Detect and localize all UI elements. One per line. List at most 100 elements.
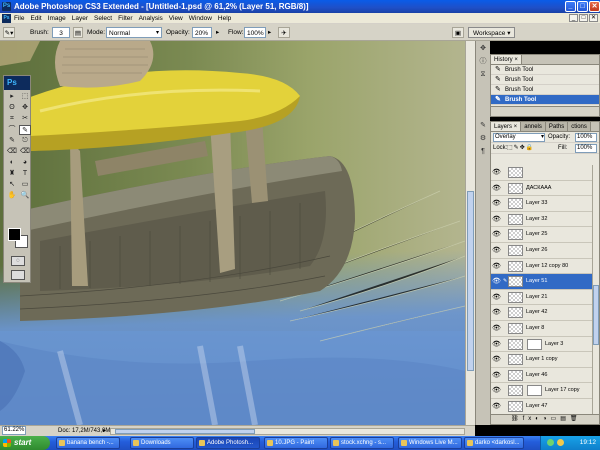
taskbar-task-button[interactable]: Windows Live M... xyxy=(398,437,462,449)
close-button[interactable]: ✕ xyxy=(589,1,600,12)
layer-row[interactable]: 👁 Layer 33 xyxy=(491,196,593,212)
marquee-tool-icon[interactable]: ⬚ xyxy=(19,92,31,102)
layer-visibility-eye-icon[interactable]: 👁 xyxy=(492,355,501,364)
info-panel-icon[interactable]: ⓘ xyxy=(477,56,489,67)
tray-network-icon[interactable] xyxy=(547,439,554,446)
history-state-selected[interactable]: Brush Tool xyxy=(491,95,599,105)
layers-panel-footer[interactable]: ⛓fx◐◑▭▤🗑 xyxy=(491,414,599,424)
doc-close-button[interactable]: ✕ xyxy=(589,14,598,22)
doc-minimize-button[interactable]: _ xyxy=(569,14,578,22)
brush-tool-icon[interactable]: ✎ xyxy=(19,125,31,135)
tool-presets-icon[interactable]: ⚙ xyxy=(477,133,489,144)
layer-visibility-eye-icon[interactable]: 👁 xyxy=(492,262,501,271)
menu-file[interactable]: File xyxy=(14,15,24,22)
layer-mask-thumbnail[interactable] xyxy=(527,385,542,397)
menu-window[interactable]: Window xyxy=(189,15,212,22)
menu-layer[interactable]: Layer xyxy=(72,15,88,22)
layer-row[interactable]: 👁 Layer 47 xyxy=(491,398,593,415)
airbrush-icon[interactable]: ✈ xyxy=(278,27,290,38)
taskbar-task-button[interactable]: Adobe Photosh... xyxy=(196,437,260,449)
tab-paths[interactable]: Paths xyxy=(545,122,569,131)
brush-panel-toggle-icon[interactable]: ▤ xyxy=(73,27,83,38)
taskbar-task-button[interactable]: 10.JPG - Paint xyxy=(264,437,328,449)
menu-view[interactable]: View xyxy=(169,15,183,22)
layer-row[interactable]: 👁 Layer 3 xyxy=(491,336,593,353)
layer-visibility-eye-icon[interactable]: 👁 xyxy=(492,230,501,239)
layer-row[interactable]: 👁 Layer 1 copy xyxy=(491,352,593,368)
layer-visibility-eye-icon[interactable]: 👁 xyxy=(492,386,501,395)
canvas-vertical-scrollbar[interactable] xyxy=(465,41,475,425)
layer-visibility-eye-icon[interactable]: 👁 xyxy=(492,371,501,380)
layer-visibility-eye-icon[interactable]: 👁 xyxy=(492,215,501,224)
layer-row[interactable]: 👁 Layer 8 xyxy=(491,320,593,337)
foreground-color-swatch[interactable] xyxy=(8,228,21,241)
healing-tool-icon[interactable]: ⌒ xyxy=(6,125,18,135)
menu-image[interactable]: Image xyxy=(48,15,66,22)
layers-scrollbar[interactable] xyxy=(592,165,599,416)
path-selection-tool-icon[interactable]: ↖ xyxy=(6,180,18,190)
pen-tool-icon[interactable]: ♜ xyxy=(6,169,18,179)
workspace-menu[interactable]: Workspace ▾ xyxy=(468,27,516,38)
eraser-tool-icon[interactable]: ⌫ xyxy=(6,147,18,157)
layers-scroll-thumb[interactable] xyxy=(593,285,599,345)
layer-visibility-eye-icon[interactable]: 👁 xyxy=(492,402,501,411)
layer-visibility-eye-icon[interactable]: 👁 xyxy=(492,184,501,193)
fill-input[interactable]: 100% xyxy=(575,144,597,153)
zoom-level-field[interactable]: 61.22% xyxy=(2,426,26,435)
minimize-button[interactable]: _ xyxy=(565,1,576,12)
tab-layers[interactable]: Layers × xyxy=(491,122,522,131)
tab-actions[interactable]: ctions xyxy=(568,122,591,131)
canvas-vertical-scroll-thumb[interactable] xyxy=(467,191,474,371)
tray-messenger-icon[interactable] xyxy=(557,439,564,446)
magic-wand-tool-icon[interactable]: ✥ xyxy=(19,103,31,113)
gradient-tool-icon[interactable]: ⌫ xyxy=(19,147,31,157)
layer-opacity-input[interactable]: 100% xyxy=(575,133,597,142)
shape-tool-icon[interactable]: ▭ xyxy=(19,180,31,190)
history-state[interactable]: Brush Tool xyxy=(491,65,599,75)
brushes-panel-icon[interactable]: ✎ xyxy=(477,120,489,131)
document-canvas[interactable] xyxy=(0,41,475,425)
layer-visibility-eye-icon[interactable]: 👁 xyxy=(492,277,501,286)
menu-filter[interactable]: Filter xyxy=(118,15,132,22)
flow-slider-arrow-icon[interactable]: ▸ xyxy=(268,27,276,38)
brush-tool-preset-icon[interactable]: ✎▾ xyxy=(3,27,15,38)
zoom-tool-icon[interactable]: 🔍 xyxy=(19,191,31,201)
layer-row[interactable]: 👁 Layer 12 copy 80 xyxy=(491,258,593,275)
layer-row[interactable]: 👁 ДАСКААА xyxy=(491,180,593,197)
canvas-horizontal-scroll-thumb[interactable] xyxy=(115,429,255,434)
layer-visibility-eye-icon[interactable]: 👁 xyxy=(492,246,501,255)
tab-channels[interactable]: annels xyxy=(521,122,546,131)
dodge-tool-icon[interactable]: ◕ xyxy=(19,158,31,168)
layer-visibility-eye-icon[interactable]: 👁 xyxy=(492,293,501,302)
menu-help[interactable]: Help xyxy=(218,15,231,22)
status-menu-arrow-icon[interactable]: ▸ xyxy=(103,426,106,436)
screen-mode-icon[interactable] xyxy=(11,270,25,280)
layer-row[interactable]: 👁 Layer 46 xyxy=(491,367,593,384)
blur-tool-icon[interactable]: ◐ xyxy=(6,158,18,168)
layer-row[interactable]: 👁 Layer 26 xyxy=(491,242,593,259)
doc-restore-button[interactable]: □ xyxy=(579,14,588,22)
mode-select[interactable]: Normal xyxy=(106,27,162,38)
go-to-bridge-icon[interactable]: ▣ xyxy=(452,27,464,38)
quick-mask-icon[interactable]: ◌ xyxy=(11,256,25,266)
menu-edit[interactable]: Edit xyxy=(30,15,41,22)
layer-row[interactable]: 👁 Layer 25 xyxy=(491,227,593,243)
hand-tool-icon[interactable]: ✋ xyxy=(6,191,18,201)
layer-row[interactable]: 👁 Layer 17 copy xyxy=(491,383,593,399)
history-state[interactable]: Brush Tool xyxy=(491,85,599,95)
layer-row[interactable]: 👁 Layer 42 xyxy=(491,305,593,321)
taskbar-task-button[interactable]: stock.xchng - s... xyxy=(330,437,394,449)
ps-menu-icon[interactable]: Ps xyxy=(2,13,11,23)
layer-visibility-eye-icon[interactable]: 👁 xyxy=(492,308,501,317)
type-tool-icon[interactable]: T xyxy=(19,169,31,179)
brush-size-picker[interactable]: 3 xyxy=(52,27,70,38)
canvas-horizontal-scrollbar[interactable] xyxy=(110,428,465,435)
taskbar-task-button[interactable]: darko <darkosl... xyxy=(464,437,524,449)
history-state[interactable]: Brush Tool xyxy=(491,75,599,85)
clone-stamp-tool-icon[interactable]: ✎ xyxy=(6,136,18,146)
blend-mode-select[interactable]: Overlay xyxy=(493,133,545,142)
lasso-tool-icon[interactable]: ʘ xyxy=(6,103,18,113)
crop-tool-icon[interactable]: ⌗ xyxy=(6,114,18,124)
tab-history[interactable]: History × xyxy=(491,55,522,64)
layer-row[interactable]: 👁 Layer 21 xyxy=(491,289,593,306)
